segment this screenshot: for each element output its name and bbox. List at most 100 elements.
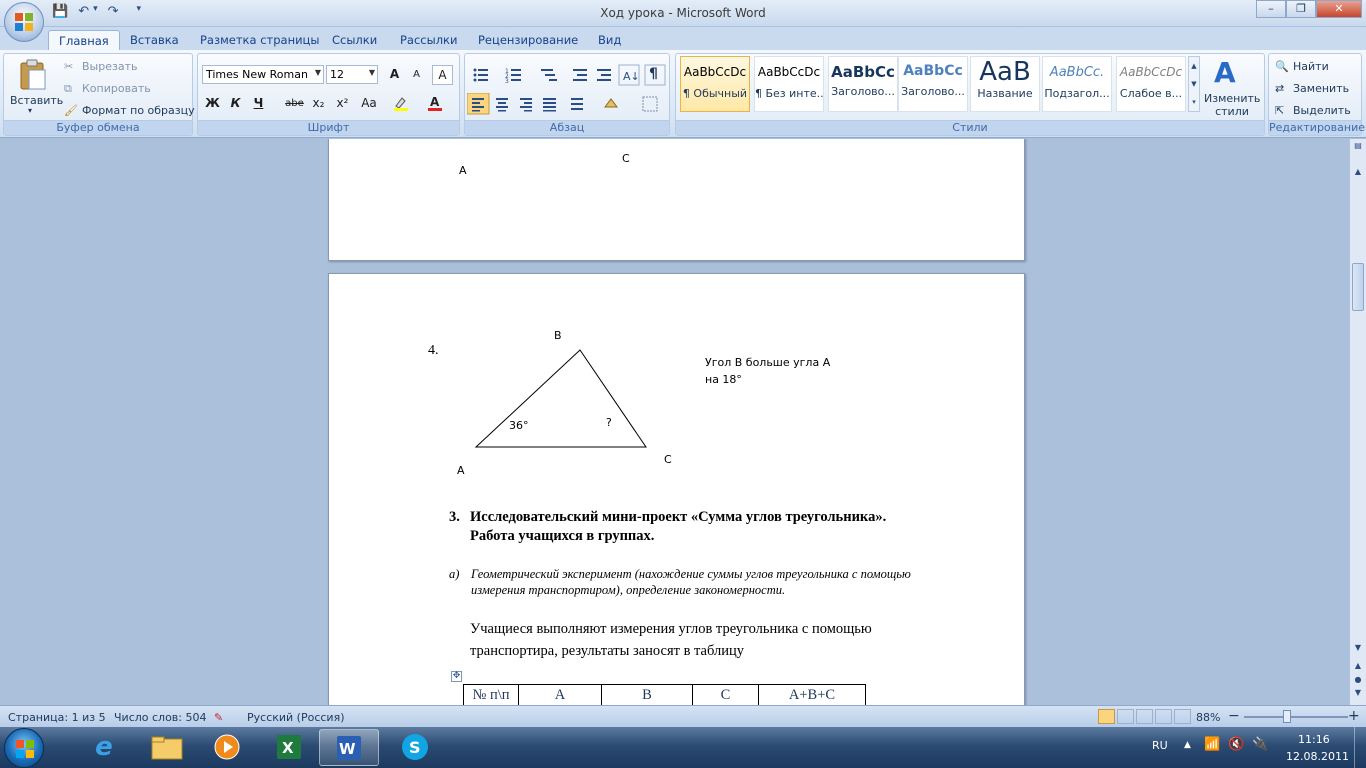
style-normal[interactable]: AaBbCcDc ¶ Обычный	[680, 56, 750, 112]
volume-icon[interactable]: 🔇	[1228, 737, 1244, 752]
word-count[interactable]: Число слов: 504	[114, 711, 207, 724]
table-header-cell[interactable]: B	[601, 684, 693, 705]
tab-review[interactable]: Рецензирование	[468, 30, 588, 50]
font-family-combo[interactable]: Times New Roman ▼	[202, 65, 324, 84]
cut-icon[interactable]: ✂	[64, 60, 73, 73]
tab-insert[interactable]: Вставка	[120, 30, 189, 50]
ruler-toggle-icon[interactable]: ▤	[1351, 141, 1365, 165]
underline-button[interactable]: Ч	[248, 94, 269, 114]
select-icon[interactable]: ⇱	[1275, 104, 1284, 117]
format-painter-button[interactable]: Формат по образцу	[82, 104, 195, 117]
skype-icon[interactable]: S	[385, 729, 445, 766]
paragraph-buttons-top[interactable]: 1 2 3 A↓	[469, 64, 669, 86]
power-icon[interactable]: 🔌	[1252, 737, 1268, 752]
web-layout-button[interactable]	[1136, 709, 1153, 724]
network-icon[interactable]: 📶	[1204, 737, 1220, 752]
format-painter-icon[interactable]: 🖌	[64, 104, 78, 117]
style-subtle-emphasis[interactable]: AaBbCcDc Слабое в...	[1116, 56, 1186, 112]
input-language[interactable]: RU	[1152, 739, 1168, 752]
font-color-icon[interactable]: A	[424, 94, 445, 114]
show-hidden-icons[interactable]: ▲	[1184, 740, 1191, 750]
paste-dropdown-icon[interactable]: ▾	[28, 106, 32, 115]
office-button[interactable]	[4, 2, 44, 42]
cut-button[interactable]: Вырезать	[82, 60, 137, 73]
language-status[interactable]: Русский (Россия)	[247, 711, 345, 724]
paragraph-buttons-bottom[interactable]	[467, 93, 667, 115]
table-header-cell[interactable]: A+B+C	[758, 684, 866, 705]
tab-view[interactable]: Вид	[588, 30, 631, 50]
copy-icon[interactable]: ⧉	[64, 82, 72, 96]
scroll-up-icon[interactable]: ▲	[1351, 167, 1365, 181]
next-page-icon[interactable]: ▼	[1351, 688, 1365, 702]
clear-format-button[interactable]: A	[432, 65, 453, 85]
style-subtitle[interactable]: AaBbCc. Подзагол...	[1042, 56, 1112, 112]
scroll-down-icon[interactable]: ▼	[1351, 643, 1365, 657]
table-header-cell[interactable]: C	[692, 684, 759, 705]
paste-icon[interactable]	[18, 58, 48, 90]
chevron-down-icon[interactable]: ▼	[369, 68, 375, 77]
page-count[interactable]: Страница: 1 из 5	[8, 711, 106, 724]
italic-button[interactable]: К	[225, 94, 246, 114]
subscript-button[interactable]: x₂	[308, 94, 329, 114]
word-icon[interactable]: W	[319, 729, 379, 766]
tab-mailings[interactable]: Рассылки	[390, 30, 467, 50]
reading-layout-button[interactable]	[1117, 709, 1134, 724]
excel-icon[interactable]: X	[259, 729, 319, 766]
restore-button[interactable]: ❐	[1286, 0, 1316, 18]
clock-time[interactable]: 11:16	[1298, 733, 1330, 746]
highlight-icon[interactable]	[390, 94, 411, 114]
styles-scroll[interactable]: ▲ ▼ ▾	[1188, 56, 1200, 112]
tab-home[interactable]: Главная	[48, 30, 120, 50]
bold-button[interactable]: Ж	[202, 94, 223, 114]
change-case-button[interactable]: Aa	[356, 94, 382, 114]
draft-button[interactable]	[1174, 709, 1191, 724]
paste-button[interactable]: Вставить	[10, 94, 63, 107]
close-button[interactable]: ✕	[1316, 0, 1362, 18]
page-1[interactable]: A C	[328, 139, 1025, 261]
change-styles-icon[interactable]: A	[1214, 56, 1236, 89]
tab-page-layout[interactable]: Разметка страницы	[190, 30, 329, 50]
table-header-cell[interactable]: № п\п	[463, 684, 519, 705]
find-button[interactable]: Найти	[1293, 60, 1329, 73]
table-header-cell[interactable]: A	[518, 684, 602, 705]
find-icon[interactable]: 🔍	[1275, 60, 1289, 73]
internet-explorer-icon[interactable]: e	[74, 729, 134, 766]
superscript-button[interactable]: x²	[332, 94, 353, 114]
copy-button[interactable]: Копировать	[82, 82, 151, 95]
file-explorer-icon[interactable]	[137, 729, 197, 766]
start-button[interactable]	[4, 728, 44, 768]
strikethrough-button[interactable]: abe	[284, 94, 305, 114]
chevron-down-icon[interactable]: ▼	[315, 68, 321, 77]
clock-date[interactable]: 12.08.2011	[1286, 750, 1349, 763]
results-table[interactable]: № п\п A B C A+B+C	[463, 684, 866, 705]
prev-page-icon[interactable]: ▲	[1351, 661, 1365, 675]
proofing-icon[interactable]: ✎	[214, 711, 223, 724]
zoom-out-button[interactable]: −	[1228, 708, 1240, 724]
replace-icon[interactable]: ⇄	[1275, 82, 1284, 95]
zoom-in-button[interactable]: +	[1348, 708, 1360, 724]
zoom-level[interactable]: 88%	[1196, 711, 1220, 724]
style-heading-2[interactable]: AaBbCc Заголово...	[898, 56, 968, 112]
media-player-icon[interactable]	[197, 729, 257, 766]
change-styles-button[interactable]: Изменить стили	[1204, 92, 1260, 118]
outline-button[interactable]	[1155, 709, 1172, 724]
minimize-button[interactable]: –	[1256, 0, 1286, 18]
select-button[interactable]: Выделить	[1293, 104, 1351, 117]
show-desktop-button[interactable]	[1354, 727, 1366, 768]
grow-font-button[interactable]: A	[384, 65, 405, 85]
style-heading-1[interactable]: AaBbCc Заголово...	[828, 56, 898, 112]
replace-button[interactable]: Заменить	[1293, 82, 1349, 95]
page-2[interactable]: 4. B A C 36° ? Угол В больше угла А на 1…	[328, 273, 1025, 705]
vertical-scrollbar[interactable]: ▤ ▲ ▼ ▲ ● ▼	[1349, 139, 1366, 705]
tab-references[interactable]: Ссылки	[322, 30, 387, 50]
document-workspace[interactable]: A C 4. B A C 36° ? Угол В больше угла А …	[0, 139, 1349, 705]
shrink-font-button[interactable]: A	[406, 65, 427, 85]
print-layout-button[interactable]	[1098, 709, 1115, 724]
table-move-handle[interactable]: ✥	[451, 671, 462, 682]
browse-object-icon[interactable]: ●	[1351, 675, 1365, 687]
show-formatting-button[interactable]: ¶	[649, 66, 658, 82]
font-size-combo[interactable]: 12 ▼	[326, 65, 378, 84]
zoom-slider-track[interactable]	[1244, 716, 1348, 718]
zoom-slider-handle[interactable]	[1283, 710, 1291, 723]
scrollbar-thumb[interactable]	[1352, 263, 1364, 311]
